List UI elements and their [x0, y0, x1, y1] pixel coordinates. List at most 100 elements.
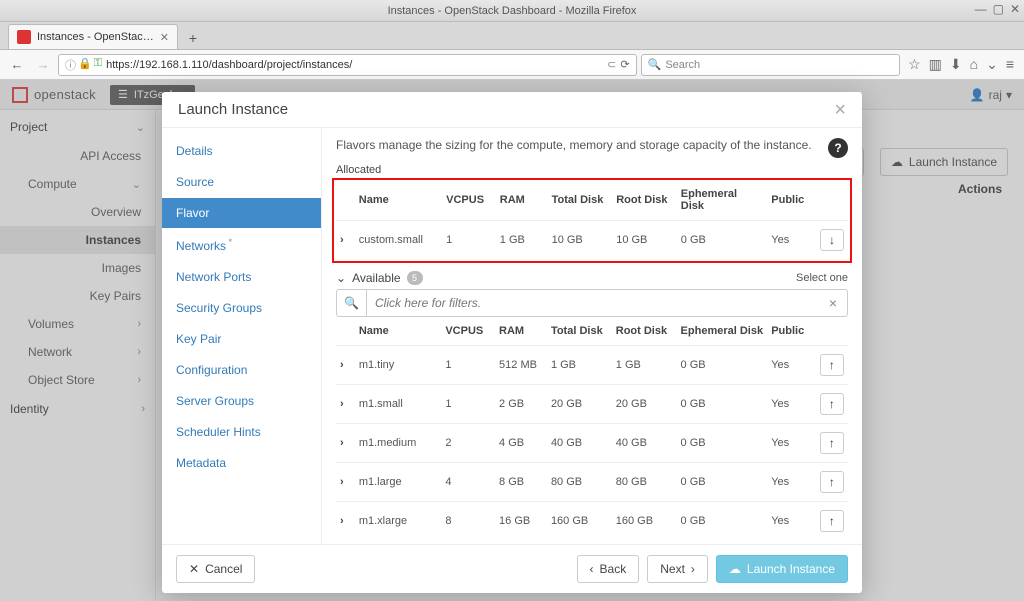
- close-icon[interactable]: ×: [834, 100, 846, 120]
- wizard-steps: Details Source Flavor Networks * Network…: [162, 128, 322, 544]
- cell-vcpus: 1: [442, 221, 496, 260]
- cell-ephemeral-disk: 0 GB: [677, 424, 768, 463]
- cell-ram: 8 GB: [495, 463, 547, 502]
- close-window-icon[interactable]: ✕: [1010, 2, 1020, 16]
- reader-mode-icon[interactable]: ⊂: [607, 58, 616, 71]
- bookmark-star-icon[interactable]: ☆: [908, 56, 921, 73]
- modal-title: Launch Instance: [178, 101, 288, 118]
- search-icon[interactable]: 🔍: [337, 290, 367, 316]
- address-field[interactable]: ⓘ 🔒 ⚿ https://192.168.1.110/dashboard/pr…: [58, 54, 637, 76]
- step-server-groups[interactable]: Server Groups: [162, 386, 321, 416]
- add-flavor-button[interactable]: ↑: [820, 354, 844, 376]
- button-label: Next: [660, 562, 685, 576]
- cell-vcpus: 1: [441, 385, 495, 424]
- cell-public: Yes: [767, 502, 816, 541]
- available-label: Available: [352, 271, 400, 285]
- step-flavor[interactable]: Flavor: [162, 198, 321, 228]
- step-network-ports[interactable]: Network Ports: [162, 262, 321, 292]
- maximize-icon[interactable]: ▢: [993, 2, 1004, 16]
- table-row: ›m1.xlarge816 GB160 GB160 GB0 GBYes↑: [336, 502, 848, 541]
- step-key-pair[interactable]: Key Pair: [162, 324, 321, 354]
- select-one-label: Select one: [796, 272, 848, 284]
- step-metadata[interactable]: Metadata: [162, 448, 321, 478]
- required-asterisk-icon: *: [226, 237, 232, 247]
- home-icon[interactable]: ⌂: [970, 56, 978, 73]
- expand-toggle-icon[interactable]: ›: [340, 476, 344, 488]
- library-icon[interactable]: ▥: [929, 56, 942, 73]
- help-icon[interactable]: ?: [828, 138, 848, 158]
- step-security-groups[interactable]: Security Groups: [162, 293, 321, 323]
- cell-root-disk: 10 GB: [612, 221, 677, 260]
- modal-footer: ✕Cancel ‹Back Next › ☁Launch Instance: [162, 544, 862, 593]
- col-total-disk: Total Disk: [547, 319, 612, 346]
- browser-urlbar: ← → ⓘ 🔒 ⚿ https://192.168.1.110/dashboar…: [0, 50, 1024, 80]
- step-details[interactable]: Details: [162, 136, 321, 166]
- window-titlebar: Instances - OpenStack Dashboard - Mozill…: [0, 0, 1024, 22]
- nav-back-button[interactable]: ←: [6, 54, 28, 76]
- cell-ram: 4 GB: [495, 424, 547, 463]
- reload-icon[interactable]: ⟳: [620, 58, 629, 71]
- add-flavor-button[interactable]: ↑: [820, 432, 844, 454]
- back-button[interactable]: ‹Back: [577, 555, 640, 583]
- allocated-table: Name VCPUS RAM Total Disk Root Disk Ephe…: [336, 182, 848, 259]
- chevron-right-icon: ›: [691, 562, 695, 576]
- pocket-icon[interactable]: ⌄: [986, 56, 998, 73]
- launch-instance-button[interactable]: ☁Launch Instance: [716, 555, 848, 583]
- add-flavor-button[interactable]: ↑: [820, 471, 844, 493]
- expand-toggle-icon[interactable]: ›: [340, 515, 344, 527]
- cancel-button[interactable]: ✕Cancel: [176, 555, 255, 583]
- cell-ram: 16 GB: [495, 502, 547, 541]
- table-row: ›m1.tiny1512 MB1 GB1 GB0 GBYes↑: [336, 346, 848, 385]
- browser-search-field[interactable]: 🔍 Search: [641, 54, 900, 76]
- lock-warning-icon[interactable]: 🔒: [78, 57, 92, 73]
- expand-toggle-icon[interactable]: ›: [340, 359, 344, 371]
- step-source[interactable]: Source: [162, 167, 321, 197]
- permission-icon[interactable]: ⚿: [94, 57, 102, 73]
- next-button[interactable]: Next ›: [647, 555, 708, 583]
- expand-toggle-icon[interactable]: ›: [340, 437, 344, 449]
- col-vcpus: VCPUS: [441, 319, 495, 346]
- cell-ram: 2 GB: [495, 385, 547, 424]
- filter-input[interactable]: [367, 290, 819, 316]
- nav-forward-button: →: [32, 54, 54, 76]
- available-toggle[interactable]: ⌄ Available 5: [336, 271, 423, 285]
- expand-toggle-icon[interactable]: ›: [340, 398, 344, 410]
- menu-icon[interactable]: ≡: [1006, 56, 1014, 73]
- cell-name: custom.small: [355, 221, 442, 260]
- cell-total-disk: 80 GB: [547, 463, 612, 502]
- downloads-icon[interactable]: ⬇: [950, 56, 962, 73]
- cell-public: Yes: [767, 463, 816, 502]
- cell-ephemeral-disk: 0 GB: [677, 346, 768, 385]
- clear-filter-icon[interactable]: ×: [819, 290, 847, 316]
- cell-name: m1.tiny: [355, 346, 442, 385]
- col-root-disk: Root Disk: [612, 182, 677, 221]
- minimize-icon[interactable]: —: [975, 2, 987, 16]
- cell-ram: 512 MB: [495, 346, 547, 385]
- address-text: https://192.168.1.110/dashboard/project/…: [106, 59, 352, 71]
- browser-tab-active[interactable]: Instances - OpenStack Dash ✕: [8, 24, 178, 49]
- available-count-badge: 5: [407, 271, 423, 285]
- add-flavor-button[interactable]: ↑: [820, 510, 844, 532]
- col-vcpus: VCPUS: [442, 182, 496, 221]
- cell-root-disk: 160 GB: [612, 502, 677, 541]
- cell-root-disk: 40 GB: [612, 424, 677, 463]
- col-ram: RAM: [496, 182, 548, 221]
- step-configuration[interactable]: Configuration: [162, 355, 321, 385]
- launch-instance-modal: Launch Instance × Details Source Flavor …: [162, 92, 862, 593]
- cell-vcpus: 1: [441, 346, 495, 385]
- add-flavor-button[interactable]: ↑: [820, 393, 844, 415]
- col-ephemeral-disk: Ephemeral Disk: [677, 319, 768, 346]
- step-label: Networks: [176, 239, 226, 253]
- cell-ephemeral-disk: 0 GB: [677, 221, 767, 260]
- cell-name: m1.medium: [355, 424, 442, 463]
- col-root-disk: Root Disk: [612, 319, 677, 346]
- tab-close-icon[interactable]: ✕: [160, 31, 169, 44]
- info-icon[interactable]: ⓘ: [65, 57, 76, 73]
- step-networks[interactable]: Networks *: [162, 229, 321, 261]
- step-scheduler-hints[interactable]: Scheduler Hints: [162, 417, 321, 447]
- expand-toggle-icon[interactable]: ›: [340, 234, 344, 246]
- new-tab-button[interactable]: +: [182, 27, 204, 49]
- remove-flavor-button[interactable]: ↓: [820, 229, 844, 251]
- cell-name: m1.large: [355, 463, 442, 502]
- wizard-content: Flavors manage the sizing for the comput…: [322, 128, 862, 544]
